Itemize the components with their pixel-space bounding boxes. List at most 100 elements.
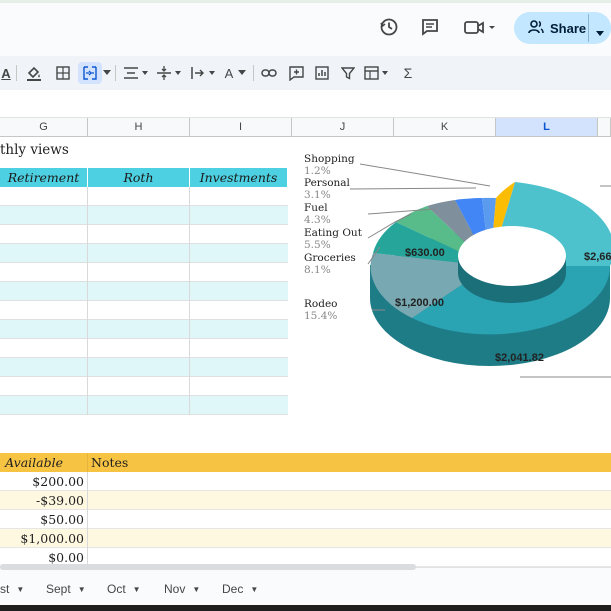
filter-icon[interactable] <box>338 62 358 84</box>
pct-fuel: 4.3% <box>304 214 331 226</box>
tab-dec[interactable]: Dec ▼ <box>222 580 258 598</box>
chevron-down-icon: ▼ <box>192 584 201 594</box>
table-row[interactable] <box>0 377 288 396</box>
insert-link-icon[interactable] <box>259 62 279 84</box>
label-groceries: Groceries <box>304 252 356 264</box>
insert-comment-icon[interactable] <box>286 62 306 84</box>
pct-rodeo: 15.4% <box>304 310 337 322</box>
functions-icon[interactable]: Σ <box>398 62 418 84</box>
column-header-i[interactable]: I <box>190 118 292 137</box>
value-groceries: $630.00 <box>405 247 445 259</box>
expense-donut-chart[interactable]: Shopping 1.2% Personal 3.1% Fuel 4.3% Ea… <box>300 148 611 418</box>
tab-sept[interactable]: Sept ▼ <box>46 580 86 598</box>
value-total: $2,041.82 <box>495 352 544 364</box>
toolbar-divider <box>115 65 116 81</box>
text-wrapping-icon[interactable] <box>189 62 217 84</box>
share-label: Share <box>550 20 587 36</box>
functions-glyph: Σ <box>403 65 413 81</box>
tab-partial[interactable]: st ▼ <box>0 580 24 598</box>
column-header-m[interactable] <box>598 118 611 137</box>
table-row[interactable]: $1,000.00 <box>0 529 611 548</box>
header-retirement: Retirement <box>0 168 88 187</box>
header-available: Available <box>0 453 88 472</box>
table-row[interactable] <box>0 301 288 320</box>
tab-label: Oct <box>107 582 126 596</box>
table-row[interactable] <box>0 206 288 225</box>
chevron-down-icon: ▼ <box>16 584 25 594</box>
table-row[interactable]: $50.00 <box>0 510 611 529</box>
text-rotation-glyph: A <box>224 65 234 81</box>
tab-label: Sept <box>46 582 71 596</box>
video-call-icon[interactable] <box>462 16 498 38</box>
sheet-tabs-bar <box>0 567 611 605</box>
header-notes: Notes <box>88 453 611 472</box>
top-header: Share <box>0 0 611 56</box>
monthly-views-title: thly views <box>0 142 69 158</box>
available-value: $50.00 <box>40 512 84 527</box>
available-value: $200.00 <box>32 474 84 489</box>
table-row[interactable] <box>0 358 288 377</box>
header-investments: Investments <box>190 168 288 187</box>
history-icon[interactable] <box>378 16 400 38</box>
table-row[interactable]: -$39.00 <box>0 491 611 510</box>
label-shopping: Shopping <box>304 153 355 165</box>
formatting-toolbar: A A Σ <box>0 56 611 90</box>
text-rotation-icon[interactable]: A <box>222 62 250 84</box>
pct-eating-out: 5.5% <box>304 239 331 251</box>
label-rodeo: Rodeo <box>304 298 337 310</box>
table-row[interactable] <box>0 396 288 415</box>
insert-chart-icon[interactable] <box>312 62 332 84</box>
table-row[interactable] <box>0 282 288 301</box>
table-row[interactable] <box>0 244 288 263</box>
pct-shopping: 1.2% <box>304 165 331 177</box>
chevron-down-icon: ▼ <box>250 584 259 594</box>
column-header-j[interactable]: J <box>292 118 394 137</box>
available-value: $1,000.00 <box>20 531 84 546</box>
merge-cells-icon[interactable] <box>78 62 102 84</box>
label-fuel: Fuel <box>304 202 328 214</box>
pct-personal: 3.1% <box>304 189 331 201</box>
tab-nov[interactable]: Nov ▼ <box>164 580 200 598</box>
vertical-align-icon[interactable] <box>155 62 183 84</box>
header-roth: Roth <box>88 168 190 187</box>
borders-icon[interactable] <box>53 62 73 84</box>
chevron-down-icon: ▼ <box>132 584 141 594</box>
tab-oct[interactable]: Oct ▼ <box>107 580 141 598</box>
available-value: -$39.00 <box>36 493 84 508</box>
label-personal: Personal <box>304 177 351 189</box>
text-color-glyph: A <box>1 65 11 81</box>
chevron-down-icon: ▼ <box>77 584 86 594</box>
column-header-l[interactable]: L <box>496 118 598 137</box>
table-row[interactable] <box>0 263 288 282</box>
table-views-icon[interactable] <box>363 62 393 84</box>
horizontal-scrollbar[interactable] <box>0 564 416 570</box>
share-divider <box>588 14 589 42</box>
taskbar-strip <box>0 605 611 611</box>
value-large-teal: $2,66 <box>584 251 611 263</box>
share-people-icon <box>528 19 544 37</box>
column-header-h[interactable]: H <box>88 118 190 137</box>
table-row[interactable] <box>0 187 288 206</box>
share-dropdown-icon[interactable] <box>596 24 604 42</box>
column-header-k[interactable]: K <box>394 118 496 137</box>
label-eating-out: Eating Out <box>304 227 363 239</box>
table-row[interactable] <box>0 225 288 244</box>
value-rodeo: $1,200.00 <box>395 297 444 309</box>
fill-color-icon[interactable] <box>24 62 44 84</box>
text-color-button[interactable]: A <box>0 62 12 84</box>
table-row[interactable]: $200.00 <box>0 472 611 491</box>
tab-label: Nov <box>164 582 186 596</box>
merge-dropdown-icon[interactable] <box>102 62 112 84</box>
formula-bar[interactable] <box>0 90 611 118</box>
comment-icon[interactable] <box>419 16 441 38</box>
header-accent-line <box>0 0 611 3</box>
tab-label: st <box>0 582 10 596</box>
table-row[interactable] <box>0 339 288 358</box>
table-row[interactable] <box>0 320 288 339</box>
column-header-g[interactable]: G <box>0 118 88 137</box>
toolbar-divider <box>16 65 17 81</box>
toolbar-divider <box>253 65 254 81</box>
pct-groceries: 8.1% <box>304 264 331 276</box>
tab-label: Dec <box>222 582 244 596</box>
horizontal-align-icon[interactable] <box>122 62 150 84</box>
